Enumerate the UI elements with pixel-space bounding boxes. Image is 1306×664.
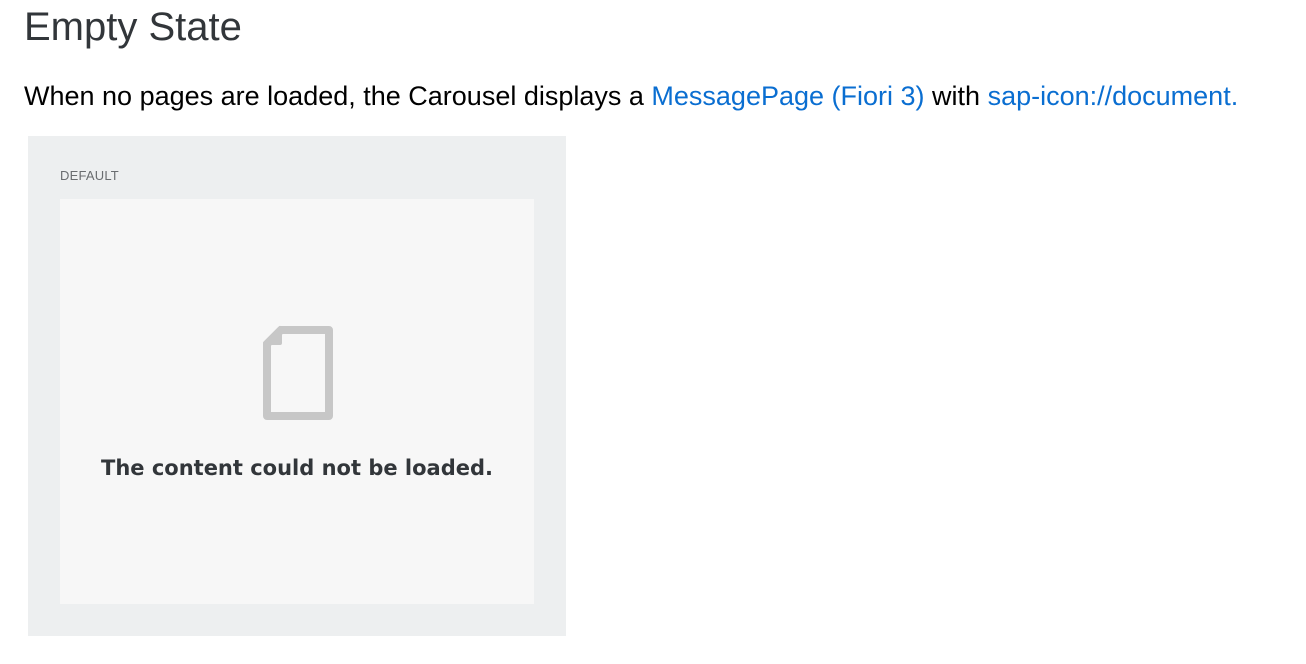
carousel-message-page: The content could not be loaded. (60, 199, 534, 604)
message-page-link[interactable]: MessagePage (Fiori 3) (651, 81, 924, 111)
message-text: The content could not be loaded. (101, 456, 493, 480)
intro-text-middle: with (924, 81, 988, 111)
intro-text-before: When no pages are loaded, the Carousel d… (24, 81, 652, 111)
intro-paragraph: When no pages are loaded, the Carousel d… (24, 80, 1238, 112)
example-label: DEFAULT (60, 168, 119, 183)
example-frame: DEFAULT The content could not be loaded. (28, 136, 566, 636)
document-icon (263, 326, 333, 420)
sap-icon-document-link[interactable]: sap-icon://document. (988, 81, 1239, 111)
page-title: Empty State (24, 5, 242, 49)
